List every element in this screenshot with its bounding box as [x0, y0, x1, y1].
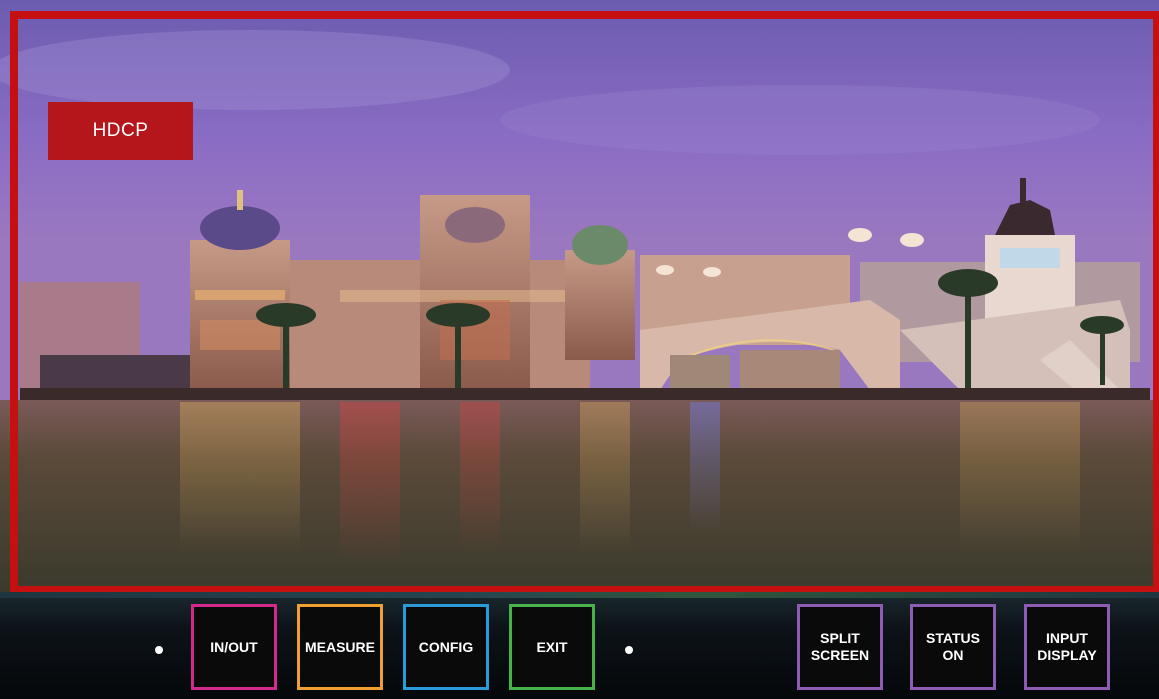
- hdcp-badge: HDCP: [48, 102, 193, 160]
- exit-button[interactable]: EXIT: [509, 604, 595, 690]
- input-display-button[interactable]: INPUT DISPLAY: [1024, 604, 1110, 690]
- status-on-button[interactable]: STATUS ON: [910, 604, 996, 690]
- video-viewport: HDCP: [0, 0, 1159, 592]
- in-out-button[interactable]: IN/OUT: [191, 604, 277, 690]
- control-bar: IN/OUT MEASURE CONFIG EXIT SPLIT SCREEN …: [0, 592, 1159, 699]
- display-screen: HDCP IN/OUT MEASURE CONFIG EXIT SPLIT SC…: [0, 0, 1159, 699]
- config-button[interactable]: CONFIG: [403, 604, 489, 690]
- separator-dot: [625, 646, 633, 654]
- separator-dot: [155, 646, 163, 654]
- measure-button[interactable]: MEASURE: [297, 604, 383, 690]
- split-screen-button[interactable]: SPLIT SCREEN: [797, 604, 883, 690]
- landscape-photo: [0, 0, 1159, 592]
